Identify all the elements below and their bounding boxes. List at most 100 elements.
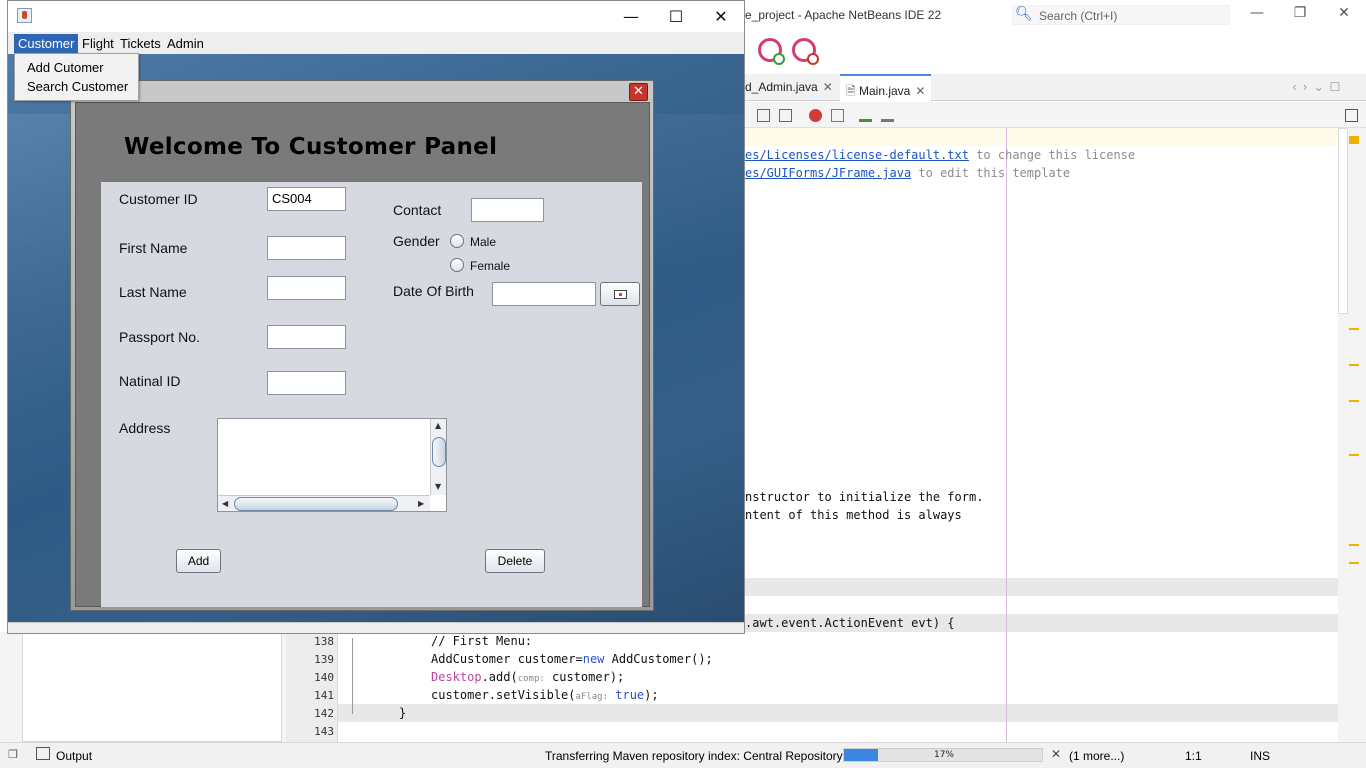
first-name-label: First Name <box>119 240 188 256</box>
ide-minimize-button[interactable]: — <box>1242 5 1272 25</box>
annotation-mark[interactable] <box>1349 544 1359 546</box>
scroll-thumb[interactable] <box>432 437 446 467</box>
scroll-up-icon[interactable]: ▲ <box>435 421 441 430</box>
ide-restore-button[interactable]: ❐ <box>1285 5 1315 25</box>
customer-id-field[interactable]: CS004 <box>267 187 346 211</box>
code-line-139: AddCustomer customer=new AddCustomer(); <box>431 652 713 666</box>
last-name-field[interactable] <box>267 276 346 300</box>
date-picker-button[interactable] <box>600 282 640 306</box>
close-icon[interactable]: ✕ <box>823 80 833 94</box>
scroll-right-icon[interactable]: ▶ <box>418 499 424 508</box>
contact-field[interactable] <box>471 198 544 222</box>
record-macro-icon[interactable] <box>809 109 822 122</box>
annotation-mark[interactable] <box>1349 364 1359 366</box>
code-line: ntent of this method is always <box>745 508 962 522</box>
address-label: Address <box>119 420 171 436</box>
menu-tickets[interactable]: Tickets <box>116 34 165 54</box>
tab-main-java[interactable]: 🗎︎ Main.java ✕ <box>840 74 932 101</box>
output-window-icon <box>36 747 50 760</box>
ide-search-field[interactable]: 🔍︎ Search (Ctrl+I) <box>1012 5 1230 25</box>
address-vertical-scrollbar[interactable]: ▲ ▼ <box>430 419 446 495</box>
line-number: 141 <box>314 689 334 702</box>
gender-female-label[interactable]: Female <box>470 259 510 273</box>
cancel-task-icon[interactable]: ✕ <box>1051 747 1061 761</box>
comment-icon[interactable] <box>859 109 872 122</box>
line-number: 138 <box>314 635 334 648</box>
line-number: 139 <box>314 653 334 666</box>
shift-left-icon[interactable] <box>757 109 770 122</box>
restore-window-icon[interactable]: ❐ <box>8 748 18 761</box>
editor-scrollbar[interactable] <box>1338 128 1348 314</box>
app-menubar: Customer Flight Tickets Admin <box>8 32 744 54</box>
task-progress-bar: 17% <box>843 748 1043 762</box>
menu-customer[interactable]: Customer <box>14 34 79 54</box>
ide-search-placeholder: Search (Ctrl+I) <box>1039 9 1118 23</box>
code-line: es/GUIForms/JFrame.java to edit this tem… <box>745 166 1071 180</box>
gender-female-radio[interactable] <box>450 258 464 272</box>
dob-field[interactable] <box>492 282 596 306</box>
code-fold-guide <box>352 638 353 714</box>
contact-label: Contact <box>393 202 442 218</box>
output-tab[interactable]: Output <box>56 749 92 763</box>
tab-navigation-arrows[interactable]: ‹›⌄☐ <box>1292 80 1346 94</box>
passport-label: Passport No. <box>119 329 200 345</box>
guarded-block-band <box>286 704 1338 722</box>
line-number: 140 <box>314 671 334 684</box>
annotation-mark[interactable] <box>1349 328 1359 330</box>
first-name-field[interactable] <box>267 236 346 260</box>
gender-male-label[interactable]: Male <box>470 235 496 249</box>
editor-tabs: d_Admin.java ✕ 🗎︎ Main.java ✕ <box>745 74 1366 101</box>
internal-frame-close-button[interactable]: ✕ <box>629 83 648 101</box>
annotation-mark[interactable] <box>1349 562 1359 564</box>
annotation-mark[interactable] <box>1349 400 1359 402</box>
annotation-mark[interactable] <box>1349 136 1359 144</box>
address-horizontal-scrollbar[interactable]: ◀ ▶ <box>218 495 430 511</box>
app-window-bottom <box>8 622 744 633</box>
calendar-icon <box>614 290 627 299</box>
search-icon: 🔍︎ <box>1015 6 1033 22</box>
code-line-142: } <box>399 706 407 720</box>
menu-item-search-customer[interactable]: Search Customer <box>27 79 128 94</box>
profile-ide-icon[interactable] <box>792 38 819 65</box>
code-line: .awt.event.ActionEvent evt) { <box>745 616 955 630</box>
national-id-field[interactable] <box>267 371 346 395</box>
profile-project-icon[interactable] <box>758 38 785 65</box>
passport-field[interactable] <box>267 325 346 349</box>
menu-item-add-customer[interactable]: Add Cutomer <box>27 60 104 75</box>
tab-admin-java[interactable]: d_Admin.java ✕ <box>745 74 839 101</box>
gender-male-radio[interactable] <box>450 234 464 248</box>
delete-button[interactable]: Delete <box>485 549 545 573</box>
shift-right-icon[interactable] <box>779 109 792 122</box>
background-task-label: Transferring Maven repository index: Cen… <box>545 749 843 763</box>
panel-title: Welcome To Customer Panel <box>124 134 498 160</box>
customer-menu-dropdown: Add Cutomer Search Customer <box>14 53 139 101</box>
navigator-panel <box>0 632 286 744</box>
close-icon[interactable]: ✕ <box>915 84 925 98</box>
app-titlebar[interactable]: — ☐ ✕ <box>8 1 744 32</box>
progress-text: 17% <box>933 750 954 760</box>
scroll-thumb[interactable] <box>234 497 398 511</box>
tab-label: Main.java <box>859 84 911 98</box>
line-number-gutter: 138 139 140 141 142 143 <box>286 632 338 742</box>
close-button[interactable]: ✕ <box>698 4 744 30</box>
code-line-138: // First Menu: <box>431 634 533 648</box>
editor-toolbar <box>745 102 1366 128</box>
customer-id-label: Customer ID <box>119 191 198 207</box>
code-line-141: customer.setVisible(aFlag: true); <box>431 688 659 702</box>
add-button[interactable]: Add <box>176 549 221 573</box>
annotation-mark[interactable] <box>1349 454 1359 456</box>
menu-admin[interactable]: Admin <box>163 34 208 54</box>
uncomment-icon[interactable] <box>881 109 894 122</box>
scroll-down-icon[interactable]: ▼ <box>435 482 441 491</box>
caret-position[interactable]: 1:1 <box>1185 749 1202 763</box>
last-name-label: Last Name <box>119 284 187 300</box>
split-editor-icon[interactable] <box>1345 109 1358 122</box>
ide-window-title: e_project - Apache NetBeans IDE 22 <box>745 8 942 22</box>
minimize-button[interactable]: — <box>608 4 654 30</box>
ide-close-button[interactable]: ✕ <box>1329 5 1359 25</box>
more-tasks-link[interactable]: (1 more...) <box>1069 749 1124 763</box>
menu-flight[interactable]: Flight <box>78 34 118 54</box>
maximize-button[interactable]: ☐ <box>653 4 699 30</box>
stop-macro-icon[interactable] <box>831 109 844 122</box>
scroll-left-icon[interactable]: ◀ <box>222 499 228 508</box>
